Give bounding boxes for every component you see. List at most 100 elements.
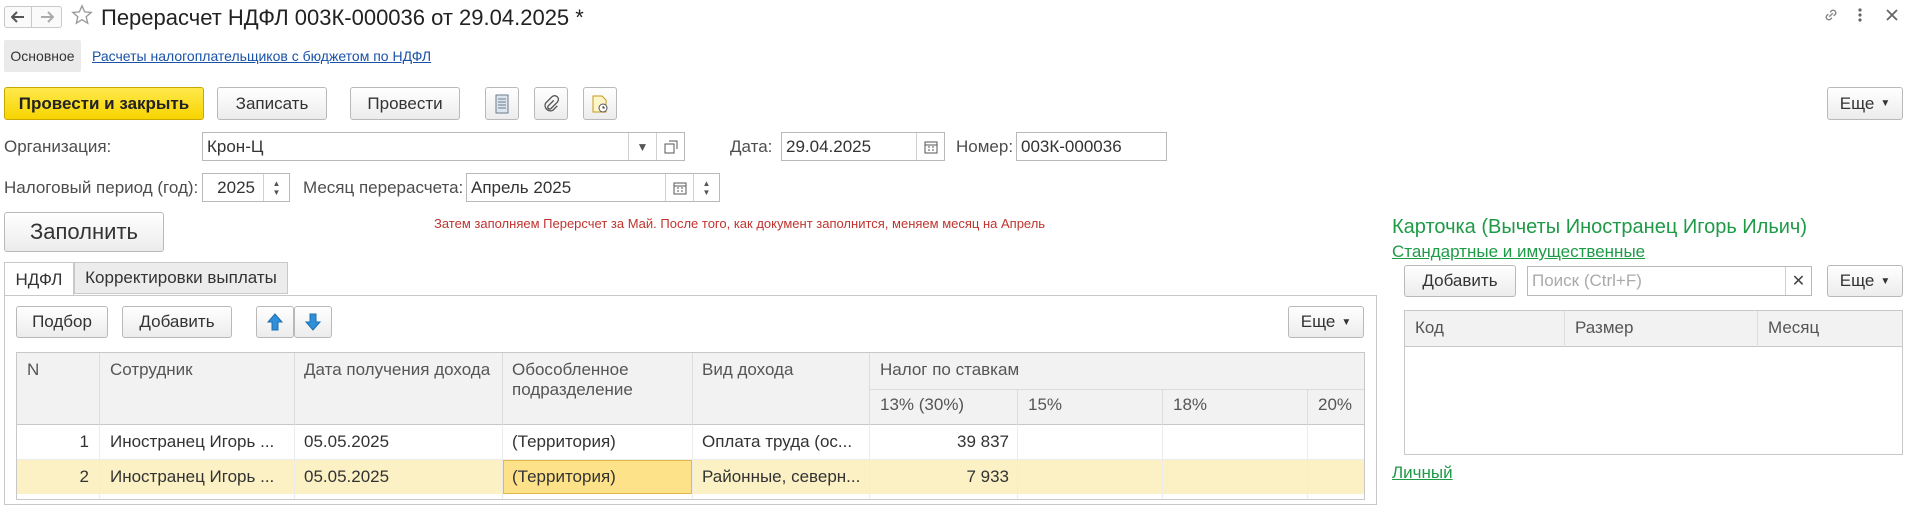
card-header-month[interactable]: Месяц <box>1768 318 1819 338</box>
select-label: Подбор <box>32 312 92 331</box>
card-more-label: Еще <box>1839 271 1875 290</box>
move-up-button[interactable] <box>256 306 294 338</box>
row-income-type: Районные, северн... <box>702 467 861 486</box>
header-date[interactable]: Дата получения дохода <box>304 360 490 380</box>
row-division: (Территория) <box>512 467 616 486</box>
menu-dots-icon[interactable] <box>1857 6 1867 26</box>
move-down-button[interactable] <box>294 306 332 338</box>
favorite-star-icon[interactable] <box>71 4 95 28</box>
arrow-right-icon <box>40 11 54 23</box>
select-button[interactable]: Подбор <box>16 306 108 338</box>
card-add-button[interactable]: Добавить <box>1404 265 1516 297</box>
card-more-button[interactable]: Еще ▼ <box>1827 265 1903 297</box>
tab-payment-corrections-label: Корректировки выплаты <box>85 268 277 287</box>
table-more-button[interactable]: Еще ▼ <box>1288 306 1364 338</box>
arrow-left-icon <box>11 11 24 23</box>
data-table: N Сотрудник Дата получения дохода Обособ… <box>16 352 1365 500</box>
more-label: Еще <box>1839 93 1875 113</box>
nav-link-tax-settlements[interactable]: Расчеты налогоплательщиков с бюджетом по… <box>92 48 431 64</box>
date-value: 29.04.2025 <box>786 136 872 156</box>
save-button[interactable]: Записать <box>217 87 327 120</box>
link-icon[interactable] <box>1822 6 1842 26</box>
more-button[interactable]: Еще ▼ <box>1827 87 1903 120</box>
paperclip-icon <box>544 94 560 111</box>
card-subtitle-link[interactable]: Стандартные и имущественные <box>1392 242 1645 262</box>
header-income-type[interactable]: Вид дохода <box>702 360 793 380</box>
dropdown-icon[interactable]: ▼ <box>628 133 656 160</box>
card-table: Код Размер Месяц <box>1404 310 1903 455</box>
structure-button[interactable] <box>583 87 617 120</box>
clear-icon[interactable]: ✕ <box>1785 267 1811 295</box>
month-value: Апрель 2025 <box>471 177 572 197</box>
header-rate-18[interactable]: 18% <box>1173 395 1207 415</box>
table-more-label: Еще <box>1300 312 1336 331</box>
row-employee: Иностранец Игорь ... <box>110 432 275 451</box>
card-add-label: Добавить <box>1422 271 1498 290</box>
document-list-icon <box>495 94 509 113</box>
org-label: Организация: <box>4 137 112 156</box>
post-label: Провести <box>367 93 443 113</box>
card-search-input[interactable]: Поиск (Ctrl+F) ✕ <box>1527 266 1812 296</box>
window-title: Перерасчет НДФЛ 003К-000036 от 29.04.202… <box>101 5 584 30</box>
card-search-placeholder: Поиск (Ctrl+F) <box>1532 271 1642 290</box>
arrow-up-icon <box>267 313 283 331</box>
header-tax-by-rates[interactable]: Налог по ставкам <box>880 360 1019 380</box>
date-field[interactable]: 29.04.2025 <box>781 132 945 161</box>
tab-ndfl-label: НДФЛ <box>15 269 63 289</box>
header-division[interactable]: Обособленное подразделение <box>512 360 662 400</box>
open-icon[interactable] <box>656 133 684 160</box>
card-title: Карточка (Вычеты Иностранец Игорь Ильич) <box>1392 216 1808 238</box>
document-clock-icon <box>592 95 608 112</box>
month-field[interactable]: Апрель 2025 ▲ ▼ <box>466 173 720 202</box>
header-rate-13[interactable]: 13% (30%) <box>880 395 964 415</box>
header-n[interactable]: N <box>27 360 39 380</box>
fill-label: Заполнить <box>29 219 138 244</box>
attach-button[interactable] <box>534 87 568 120</box>
arrow-down-icon <box>305 313 321 331</box>
header-employee[interactable]: Сотрудник <box>110 360 193 380</box>
fill-button[interactable]: Заполнить <box>4 212 164 252</box>
chevron-down-icon: ▼ <box>1880 275 1891 287</box>
row-division: (Территория) <box>512 432 616 451</box>
back-button[interactable] <box>4 6 32 28</box>
header-rate-20[interactable]: 20% <box>1318 395 1352 415</box>
number-value: 003К-000036 <box>1021 136 1122 156</box>
number-field[interactable]: 003К-000036 <box>1016 132 1167 161</box>
close-icon[interactable] <box>1884 7 1902 25</box>
post-and-close-button[interactable]: Провести и закрыть <box>4 87 204 120</box>
save-label: Записать <box>235 93 309 113</box>
date-label: Дата: <box>730 137 773 156</box>
spinner-icon[interactable]: ▲ ▼ <box>263 174 289 201</box>
add-row-button[interactable]: Добавить <box>122 306 232 338</box>
nav-main-label: Основное <box>10 48 75 64</box>
spinner-icon[interactable]: ▲ ▼ <box>693 174 719 201</box>
tab-payment-corrections[interactable]: Корректировки выплаты <box>74 262 288 294</box>
fill-note: Затем заполняем Перерсчет за Май. После … <box>434 216 1046 231</box>
calendar-icon[interactable] <box>916 133 944 160</box>
personal-link[interactable]: Личный <box>1392 463 1453 483</box>
nav-main-tab[interactable]: Основное <box>4 40 81 72</box>
number-label: Номер: <box>956 137 1014 156</box>
card-header-code[interactable]: Код <box>1415 318 1444 338</box>
org-value: Крон-Ц <box>207 136 264 156</box>
add-row-label: Добавить <box>139 312 215 331</box>
row-rate-13: 39 837 <box>957 432 1009 451</box>
period-field[interactable]: 2025 ▲ ▼ <box>202 173 290 202</box>
calendar-icon[interactable] <box>665 174 693 201</box>
post-button[interactable]: Провести <box>350 87 460 120</box>
post-and-close-label: Провести и закрыть <box>18 93 190 113</box>
row-n: 2 <box>79 467 89 486</box>
header-rate-15[interactable]: 15% <box>1028 395 1062 415</box>
row-income-type: Оплата труда (ос... <box>702 432 853 451</box>
chevron-down-icon: ▼ <box>1341 316 1352 328</box>
org-field[interactable]: Крон-Ц ▼ <box>202 132 685 161</box>
period-value: 2025 <box>217 177 255 197</box>
chevron-down-icon: ▼ <box>1880 98 1891 109</box>
period-label: Налоговый период (год): <box>4 178 199 197</box>
card-header-size[interactable]: Размер <box>1575 318 1633 338</box>
row-n: 1 <box>79 432 89 451</box>
forward-button[interactable] <box>32 6 62 28</box>
row-date: 05.05.2025 <box>304 432 390 451</box>
report-button[interactable] <box>485 87 519 120</box>
tab-ndfl[interactable]: НДФЛ <box>4 262 74 296</box>
